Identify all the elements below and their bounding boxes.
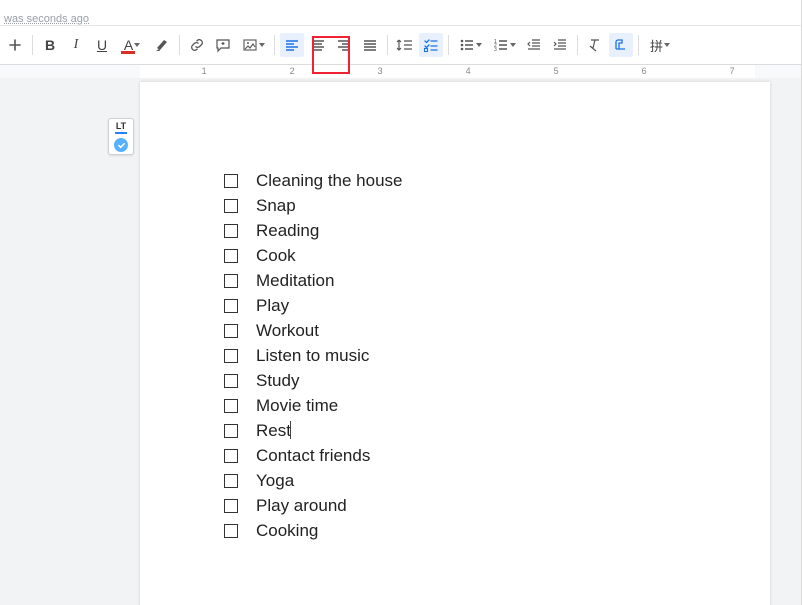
paragraph-style-button[interactable] bbox=[609, 33, 633, 57]
list-item-text: Cook bbox=[256, 246, 296, 266]
align-left-button[interactable] bbox=[280, 33, 304, 57]
checklist-button[interactable] bbox=[419, 33, 443, 57]
status-bar: was seconds ago bbox=[0, 0, 801, 26]
text-color-button[interactable]: A bbox=[116, 33, 148, 57]
list-item[interactable]: Play around bbox=[224, 493, 403, 518]
list-item[interactable]: Contact friends bbox=[224, 443, 403, 468]
document-page[interactable]: Cleaning the house Snap Reading Cook Meditat… bbox=[140, 82, 770, 605]
add-button[interactable] bbox=[3, 33, 27, 57]
list-item-text: Snap bbox=[256, 196, 296, 216]
checkbox-icon[interactable] bbox=[224, 249, 238, 263]
list-item[interactable]: Meditation bbox=[224, 268, 403, 293]
separator bbox=[274, 35, 275, 55]
list-item[interactable]: Movie time bbox=[224, 393, 403, 418]
ruler-tick: 2 bbox=[290, 66, 295, 76]
underline-button[interactable]: U bbox=[90, 33, 114, 57]
checkbox-icon[interactable] bbox=[224, 174, 238, 188]
separator bbox=[32, 35, 33, 55]
checkbox-icon[interactable] bbox=[224, 224, 238, 238]
checkbox-icon[interactable] bbox=[224, 399, 238, 413]
list-item[interactable]: Workout bbox=[224, 318, 403, 343]
lt-icon: LT bbox=[115, 121, 127, 134]
checkbox-icon[interactable] bbox=[224, 349, 238, 363]
separator bbox=[387, 35, 388, 55]
ruler-tick: 1 bbox=[202, 66, 207, 76]
checkbox-icon[interactable] bbox=[224, 199, 238, 213]
separator bbox=[638, 35, 639, 55]
italic-button[interactable]: I bbox=[64, 33, 88, 57]
list-item[interactable]: Yoga bbox=[224, 468, 403, 493]
list-item-text: Play bbox=[256, 296, 289, 316]
ruler-tick: 5 bbox=[554, 66, 559, 76]
list-item[interactable]: Listen to music bbox=[224, 343, 403, 368]
checkbox-icon[interactable] bbox=[224, 299, 238, 313]
list-item[interactable]: Play bbox=[224, 293, 403, 318]
checkbox-icon[interactable] bbox=[224, 449, 238, 463]
language-tool-widget[interactable]: LT bbox=[108, 118, 134, 155]
numbered-list-button[interactable]: 123 bbox=[488, 33, 520, 57]
separator bbox=[179, 35, 180, 55]
list-item-text: Yoga bbox=[256, 471, 294, 491]
checkbox-icon[interactable] bbox=[224, 524, 238, 538]
list-item[interactable]: Rest bbox=[224, 418, 403, 443]
list-item[interactable]: Cleaning the house bbox=[224, 168, 403, 193]
increase-indent-button[interactable] bbox=[548, 33, 572, 57]
list-item[interactable]: Cook bbox=[224, 243, 403, 268]
bulleted-list-button[interactable] bbox=[454, 33, 486, 57]
list-item-text: Movie time bbox=[256, 396, 338, 416]
ruler-tick: 7 bbox=[730, 66, 735, 76]
image-button[interactable] bbox=[237, 33, 269, 57]
toolbar: B I U A bbox=[0, 26, 801, 65]
workspace: LT Cleaning the house Snap Reading Cook Medi… bbox=[0, 78, 801, 605]
link-button[interactable] bbox=[185, 33, 209, 57]
checkbox-icon[interactable] bbox=[224, 424, 238, 438]
list-item-text: Play around bbox=[256, 496, 347, 516]
text-caret bbox=[290, 421, 291, 439]
list-item-text: Reading bbox=[256, 221, 319, 241]
comment-button[interactable] bbox=[211, 33, 235, 57]
status-text: was seconds ago bbox=[4, 13, 89, 25]
align-center-button[interactable] bbox=[306, 33, 330, 57]
list-item-text: Workout bbox=[256, 321, 319, 341]
list-item-text: Cleaning the house bbox=[256, 171, 403, 191]
checkbox-icon[interactable] bbox=[224, 474, 238, 488]
checkbox-icon[interactable] bbox=[224, 324, 238, 338]
list-item[interactable]: Cooking bbox=[224, 518, 403, 543]
line-spacing-button[interactable] bbox=[393, 33, 417, 57]
ruler-tick: 6 bbox=[642, 66, 647, 76]
svg-text:3: 3 bbox=[494, 47, 497, 53]
highlight-button[interactable] bbox=[150, 33, 174, 57]
bold-button[interactable]: B bbox=[38, 33, 62, 57]
align-right-button[interactable] bbox=[332, 33, 356, 57]
list-item-text: Meditation bbox=[256, 271, 334, 291]
list-item-text: Cooking bbox=[256, 521, 318, 541]
list-item-text: Listen to music bbox=[256, 346, 369, 366]
document-content[interactable]: Cleaning the house Snap Reading Cook Meditat… bbox=[224, 168, 403, 543]
clear-format-button[interactable] bbox=[583, 33, 607, 57]
separator bbox=[577, 35, 578, 55]
check-circle-icon bbox=[114, 138, 128, 152]
list-item-text: Study bbox=[256, 371, 299, 391]
checkbox-icon[interactable] bbox=[224, 374, 238, 388]
checkbox-icon[interactable] bbox=[224, 274, 238, 288]
input-tools-button[interactable]: 拼 bbox=[644, 33, 676, 57]
list-item-text: Rest bbox=[256, 421, 291, 441]
app-window: was seconds ago B I U A bbox=[0, 0, 802, 605]
list-item-text: Contact friends bbox=[256, 446, 370, 466]
ruler-tick: 4 bbox=[466, 66, 471, 76]
decrease-indent-button[interactable] bbox=[522, 33, 546, 57]
list-item[interactable]: Reading bbox=[224, 218, 403, 243]
align-justify-button[interactable] bbox=[358, 33, 382, 57]
list-item[interactable]: Study bbox=[224, 368, 403, 393]
checkbox-icon[interactable] bbox=[224, 499, 238, 513]
separator bbox=[448, 35, 449, 55]
ruler-tick: 3 bbox=[378, 66, 383, 76]
list-item[interactable]: Snap bbox=[224, 193, 403, 218]
